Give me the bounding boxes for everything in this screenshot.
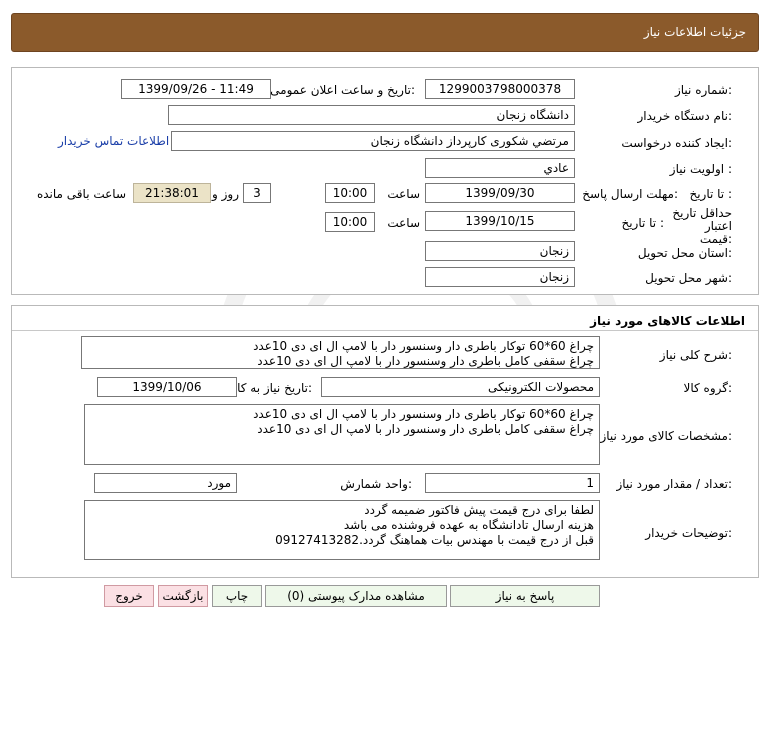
province-field: زنجان [425, 241, 575, 261]
back-button[interactable]: بازگشت [158, 585, 208, 607]
reply-button[interactable]: پاسخ به نیاز [450, 585, 600, 607]
remaining-time-label: ساعت باقی مانده [36, 187, 126, 201]
page-title: جزئیات اطلاعات نیاز [643, 25, 746, 39]
goods-section-divider [12, 330, 758, 331]
qty-label: تعداد / مقدار مورد نیاز: [616, 477, 732, 491]
validity-time-field: 10:00 [325, 212, 375, 232]
province-label: استان محل تحویل: [637, 246, 732, 260]
spec-line: چراغ 60*60 توکار باطری دار وسنسور دار با… [253, 407, 594, 421]
buyer-org-field: دانشگاه زنجان [168, 105, 575, 125]
buyer-org-label: نام دستگاه خریدار: [637, 109, 733, 123]
spec-line: چراغ سقفی کامل باطری دار وسنسور دار با ل… [257, 422, 594, 436]
deadline-time-field: 10:00 [325, 183, 375, 203]
announce-date-field: 1399/09/26 - 11:49 [121, 79, 271, 99]
deadline-to-date-label: تا تاریخ : [689, 187, 732, 201]
notes-line: هزینه ارسال تادانشگاه به عهده فروشنده می… [343, 518, 594, 532]
spec-textarea: چراغ 60*60 توکار باطری دار وسنسور دار با… [84, 404, 600, 465]
page-header: جزئیات اطلاعات نیاز [11, 13, 759, 52]
city-field: زنجان [425, 267, 575, 287]
unit-field: مورد [94, 473, 237, 493]
validity-date-field: 1399/10/15 [425, 211, 575, 231]
deadline-label: مهلت ارسال پاسخ: [582, 187, 678, 201]
price-validity-label: حداقل تاریخ اعتبار قیمت: [672, 206, 732, 246]
goods-section-title: اطلاعات کالاهای مورد نیاز [590, 314, 745, 328]
need-date-label: تاریخ نیاز به کالا: [230, 381, 312, 395]
city-label: شهر محل تحویل: [645, 271, 732, 285]
remaining-days-label: روز و [212, 187, 239, 201]
remaining-days-field: 3 [243, 183, 271, 203]
buyer-contact-link[interactable]: اطلاعات تماس خریدار [58, 134, 169, 148]
validity-time-label: ساعت [387, 216, 420, 230]
view-attachments-button[interactable]: مشاهده مدارک پیوستی (0) [265, 585, 447, 607]
creator-label: ایجاد کننده درخواست: [621, 136, 732, 150]
qty-field: 1 [425, 473, 600, 493]
unit-label: واحد شمارش: [340, 477, 412, 491]
need-info-panel [11, 67, 759, 295]
announce-date-label: تاریخ و ساعت اعلان عمومی: [270, 83, 415, 97]
summary-textarea: چراغ 60*60 توکار باطری دار وسنسور دار با… [81, 336, 600, 369]
notes-line: قبل از درج قیمت با مهندس بیات هماهنگ گرد… [275, 533, 594, 547]
validity-to-date-label: تا تاریخ : [621, 216, 664, 230]
remaining-time-field: 21:38:01 [133, 183, 211, 203]
creator-field: مرتضي شکوری کارپرداز دانشگاه زنجان [171, 131, 575, 151]
need-date-field: 1399/10/06 [97, 377, 237, 397]
priority-label: اولویت نیاز : [669, 162, 732, 176]
print-button[interactable]: چاپ [212, 585, 262, 607]
need-number-field: 1299003798000378 [425, 79, 575, 99]
exit-button[interactable]: خروج [104, 585, 154, 607]
buyer-notes-textarea: لطفا برای درج قیمت پیش فاکتور ضمیمه گردد… [84, 500, 600, 560]
deadline-time-label: ساعت [387, 187, 420, 201]
spec-label: مشخصات کالای مورد نیاز: [600, 429, 732, 443]
need-number-label: شماره نیاز: [674, 83, 732, 97]
summary-line: چراغ سقفی کامل باطری دار وسنسور دار با ل… [257, 354, 594, 368]
goods-group-field: محصولات الکترونیکی [321, 377, 600, 397]
summary-label: شرح کلی نیاز: [659, 348, 732, 362]
goods-group-label: گروه کالا: [683, 381, 733, 395]
buyer-notes-label: توضیحات خریدار: [645, 526, 732, 540]
summary-line: چراغ 60*60 توکار باطری دار وسنسور دار با… [253, 339, 594, 353]
priority-field: عادي [425, 158, 575, 178]
deadline-date-field: 1399/09/30 [425, 183, 575, 203]
notes-line: لطفا برای درج قیمت پیش فاکتور ضمیمه گردد [364, 503, 594, 517]
